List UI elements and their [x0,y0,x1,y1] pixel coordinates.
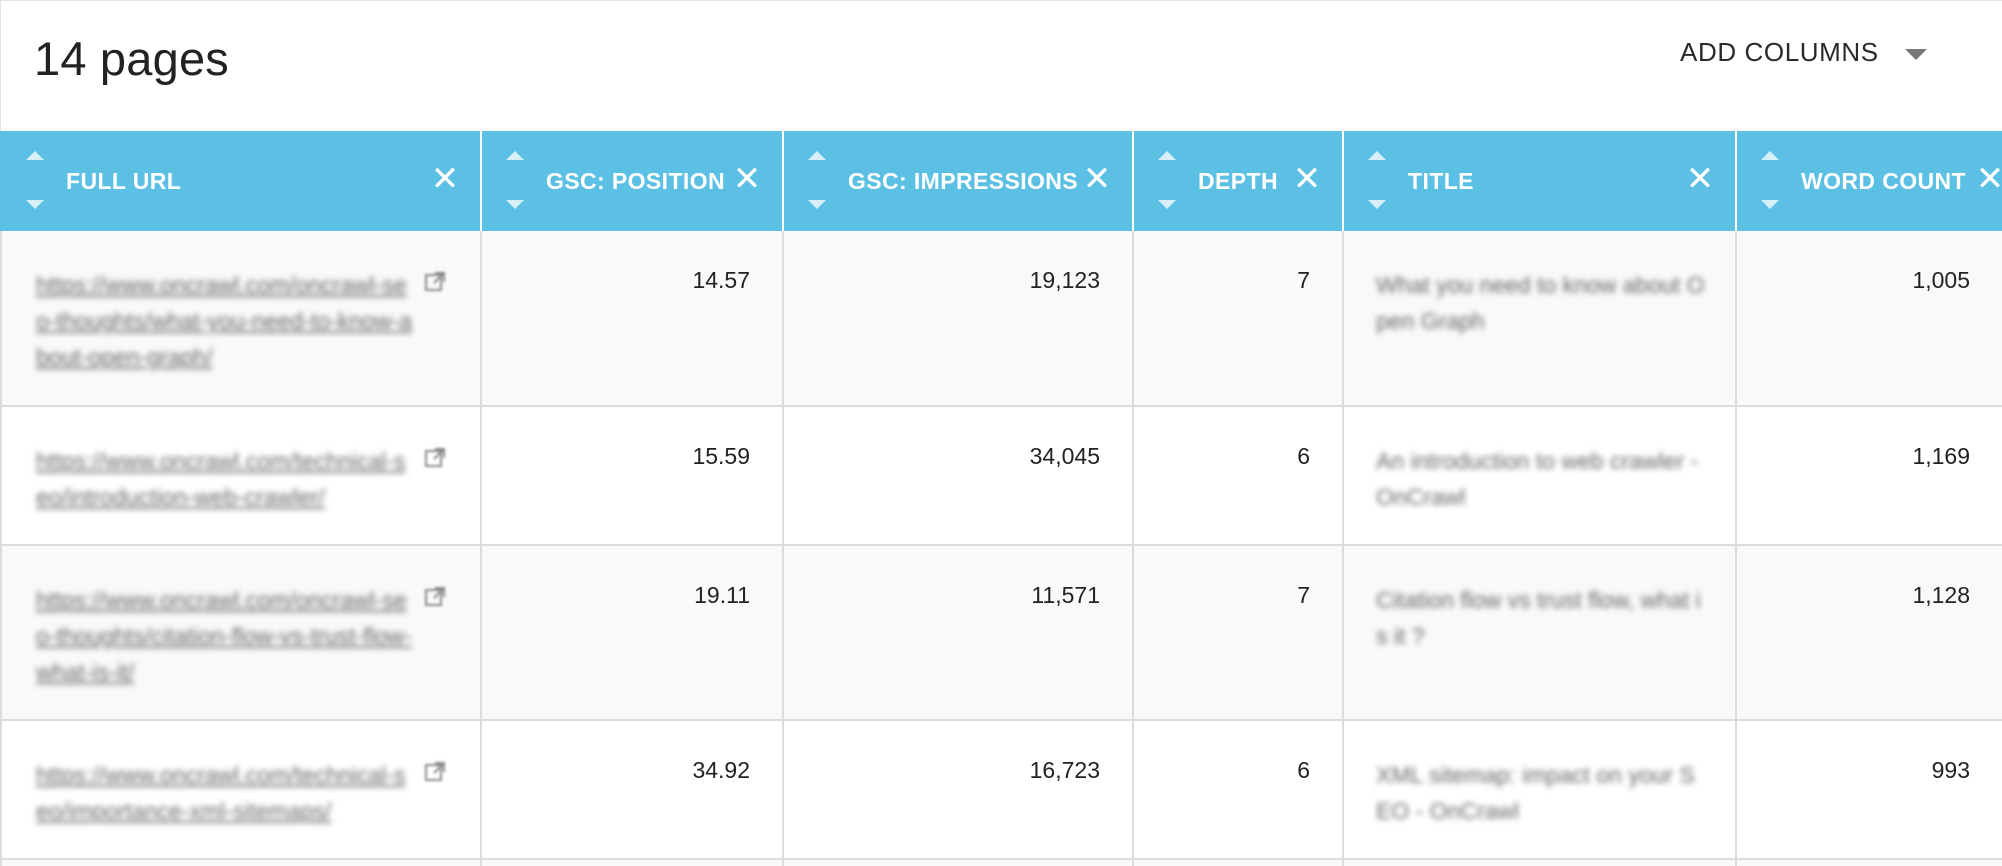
column-header-full-url[interactable]: FULL URL ✕ [0,131,482,231]
add-columns-label: ADD COLUMNS [1680,36,1879,67]
position-cell: 14.57 [480,231,784,407]
title-cell: XML sitemap: impact on your SEO - OnCraw… [1342,720,1737,860]
column-label: TITLE [1408,168,1474,194]
column-header-depth[interactable]: DEPTH ✕ [1132,131,1344,231]
word-count-cell: 1,005 [1735,231,2002,407]
word-count-cell: 1,128 [1735,545,2002,721]
column-label: FULL URL [66,168,182,194]
caret-down-icon [1904,48,1927,60]
title-text: What you need to know about Open Graph [1376,272,1705,334]
url-link[interactable]: https://www.oncrawl.com/technical-seo/in… [36,443,416,515]
add-columns-dropdown[interactable]: ADD COLUMNS [1680,32,1940,72]
column-header-title[interactable]: TITLE ✕ [1342,131,1737,231]
table-header-row: FULL URL ✕ GSC: POSITION ✕ GSC: IMPRESSI… [0,131,2002,231]
column-header-word-count[interactable]: WORD COUNT ✕ [1735,131,2002,231]
close-icon[interactable]: ✕ [1292,162,1322,196]
word-count-cell [1735,859,2002,866]
sort-arrows-icon[interactable] [808,151,828,211]
impressions-cell: 34,045 [782,406,1134,546]
crawl-pages-view: 14 pages ADD COLUMNS FULL URL ✕ GSC: POS… [0,0,2002,866]
impressions-cell [782,859,1134,866]
external-link-icon[interactable] [424,447,446,469]
sort-arrows-icon[interactable] [1158,151,1178,211]
column-header-gsc-impressions[interactable]: GSC: IMPRESSIONS ✕ [782,131,1134,231]
sort-arrows-icon[interactable] [1368,151,1388,211]
word-count-cell: 993 [1735,720,2002,860]
title-text: Citation flow vs trust flow, what is it … [1376,587,1701,649]
url-cell [0,859,482,866]
url-link[interactable]: https://www.oncrawl.com/technical-seo/im… [36,757,416,829]
column-label: DEPTH [1198,168,1278,194]
column-header-gsc-position[interactable]: GSC: POSITION ✕ [480,131,784,231]
external-link-icon[interactable] [424,761,446,783]
depth-cell: 6 [1132,720,1344,860]
table-row: https://www.oncrawl.com/oncrawl-seo-thou… [0,545,2002,721]
url-cell: https://www.oncrawl.com/oncrawl-seo-thou… [0,231,482,407]
table-row: https://www.oncrawl.com/technical-seo/im… [0,720,2002,860]
table-row: https://www.oncrawl.com/technical-seo/in… [0,406,2002,546]
close-icon[interactable]: ✕ [430,162,460,196]
external-link-icon[interactable] [424,586,446,608]
depth-cell: 7 [1132,545,1344,721]
url-link[interactable]: https://www.oncrawl.com/oncrawl-seo-thou… [36,267,416,375]
page-title: 14 pages [34,32,229,85]
sort-arrows-icon[interactable] [26,151,46,211]
word-count-cell: 1,169 [1735,406,2002,546]
position-cell: 15.59 [480,406,784,546]
close-icon[interactable]: ✕ [1082,162,1112,196]
title-cell: An introduction to web crawler - OnCrawl [1342,406,1737,546]
close-icon[interactable]: ✕ [1975,162,2002,196]
depth-cell [1132,859,1344,866]
close-icon[interactable]: ✕ [732,162,762,196]
title-cell: What you need to know about Open Graph [1342,231,1737,407]
impressions-cell: 16,723 [782,720,1134,860]
depth-cell: 6 [1132,406,1344,546]
position-cell: 34.92 [480,720,784,860]
title-text: XML sitemap: impact on your SEO - OnCraw… [1376,762,1695,824]
url-cell: https://www.oncrawl.com/oncrawl-seo-thou… [0,545,482,721]
sort-arrows-icon[interactable] [506,151,526,211]
position-cell [480,859,784,866]
column-label: GSC: POSITION [546,168,725,194]
pages-table: FULL URL ✕ GSC: POSITION ✕ GSC: IMPRESSI… [0,131,2002,866]
impressions-cell: 11,571 [782,545,1134,721]
position-cell: 19.11 [480,545,784,721]
url-cell: https://www.oncrawl.com/technical-seo/in… [0,406,482,546]
url-cell: https://www.oncrawl.com/technical-seo/im… [0,720,482,860]
title-text: An introduction to web crawler - OnCrawl [1376,448,1699,510]
title-cell [1342,859,1737,866]
table-row: https://www.oncrawl.com/oncrawl-seo-thou… [0,231,2002,407]
sort-arrows-icon[interactable] [1761,151,1781,211]
url-link[interactable]: https://www.oncrawl.com/oncrawl-seo-thou… [36,582,416,690]
title-cell: Citation flow vs trust flow, what is it … [1342,545,1737,721]
depth-cell: 7 [1132,231,1344,407]
column-label: GSC: IMPRESSIONS [848,168,1079,194]
external-link-icon[interactable] [424,271,446,293]
impressions-cell: 19,123 [782,231,1134,407]
top-border [0,0,2002,1]
table-row [0,859,2002,866]
close-icon[interactable]: ✕ [1685,162,1715,196]
column-label: WORD COUNT [1801,168,1966,194]
